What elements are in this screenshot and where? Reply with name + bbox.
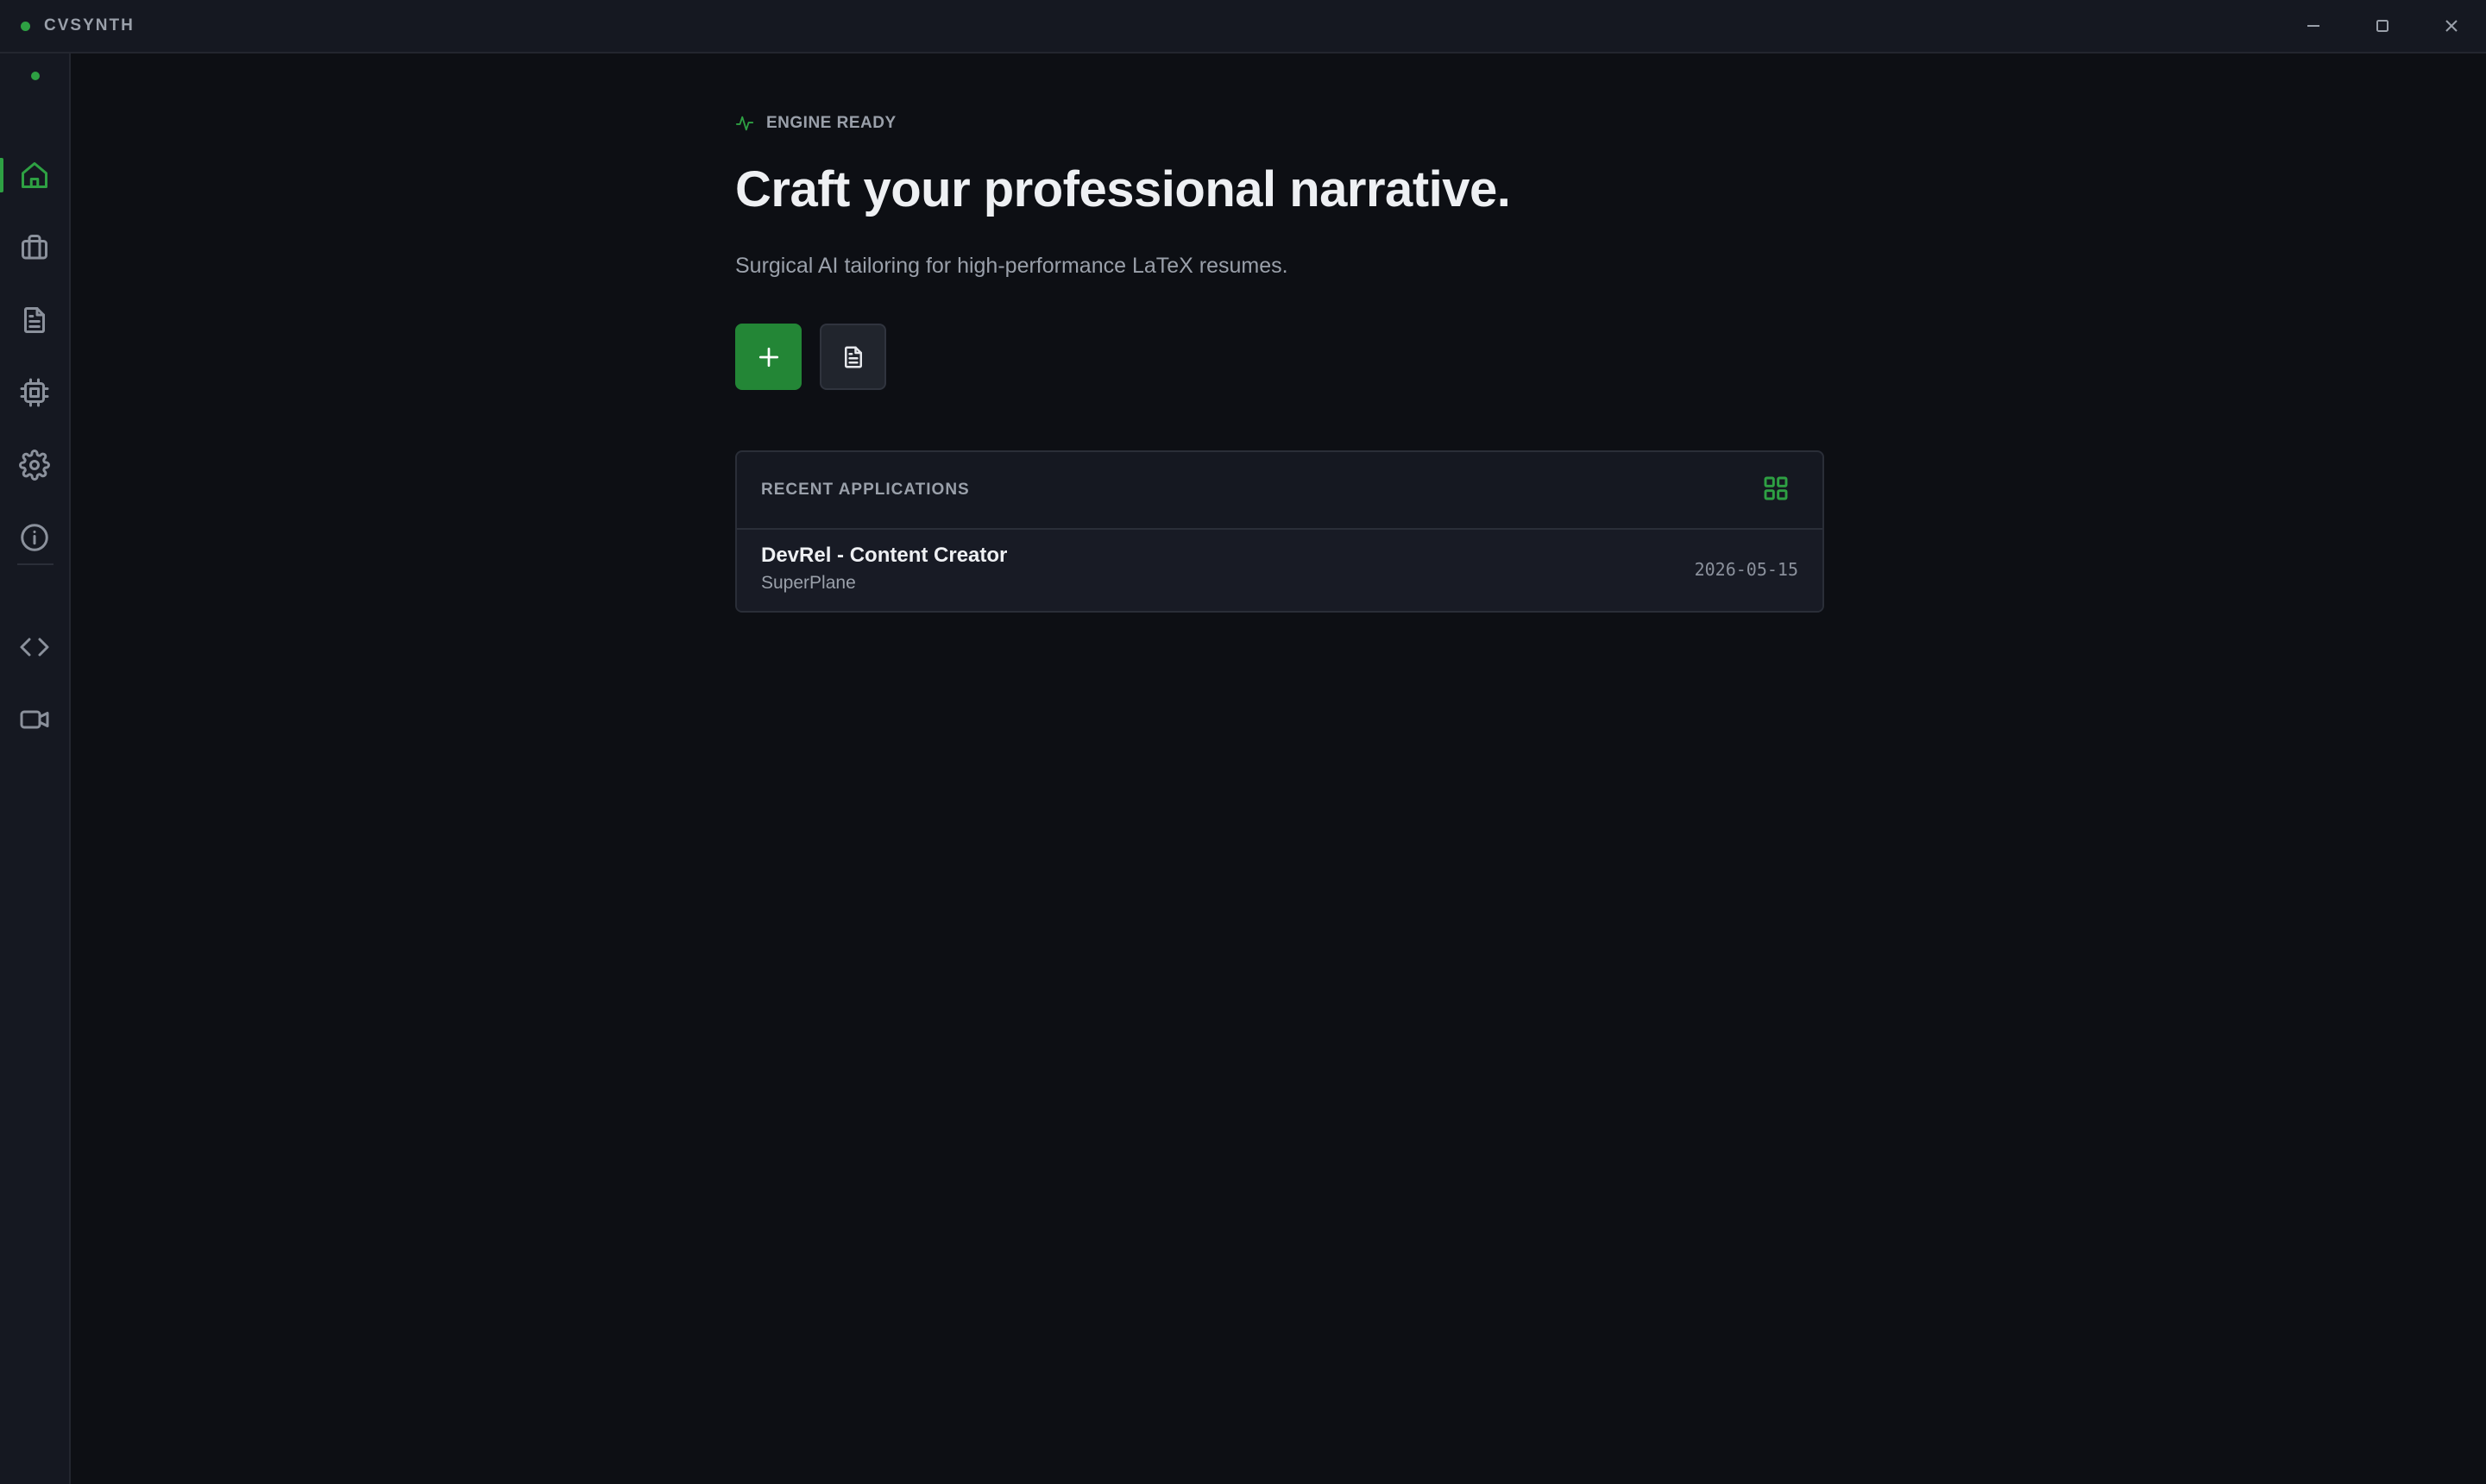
minimize-icon bbox=[2307, 25, 2319, 27]
sidebar-divider bbox=[17, 563, 53, 565]
connection-status-dot bbox=[31, 72, 40, 80]
application-title: DevRel - Content Creator bbox=[761, 544, 1008, 567]
cpu-icon bbox=[20, 378, 49, 407]
application-row[interactable]: DevRel - Content Creator SuperPlane 2026… bbox=[737, 530, 1822, 611]
sidebar-item-documents[interactable] bbox=[0, 292, 69, 348]
sidebar-item-developer[interactable] bbox=[0, 619, 69, 675]
sidebar-item-video[interactable] bbox=[0, 692, 69, 747]
app-title: CVSYNTH bbox=[44, 16, 135, 35]
application-company: SuperPlane bbox=[761, 573, 856, 593]
title-bar: CVSYNTH bbox=[0, 0, 2486, 53]
sidebar-item-engine[interactable] bbox=[0, 365, 69, 420]
page-title: Craft your professional narrative. bbox=[735, 161, 1511, 217]
home-icon bbox=[22, 162, 47, 188]
grid-icon bbox=[1764, 476, 1788, 500]
application-date: 2026-05-15 bbox=[1694, 559, 1798, 580]
page-subtitle: Surgical AI tailoring for high-performan… bbox=[735, 254, 1288, 278]
sidebar bbox=[0, 53, 71, 1484]
window-controls bbox=[2279, 0, 2486, 52]
gear-icon bbox=[19, 450, 50, 481]
briefcase-icon bbox=[22, 235, 47, 260]
plus-icon bbox=[758, 347, 778, 367]
maximize-button[interactable] bbox=[2348, 0, 2417, 52]
app-status-dot bbox=[21, 21, 30, 31]
sidebar-item-jobs[interactable] bbox=[0, 220, 69, 275]
engine-status-label: ENGINE READY bbox=[766, 114, 897, 132]
close-icon bbox=[2445, 20, 2458, 32]
document-icon bbox=[24, 307, 45, 333]
minimize-button[interactable] bbox=[2279, 0, 2348, 52]
sidebar-item-settings[interactable] bbox=[0, 437, 69, 493]
document-icon bbox=[844, 346, 862, 368]
open-resume-button[interactable] bbox=[820, 324, 886, 390]
close-button[interactable] bbox=[2417, 0, 2486, 52]
sidebar-item-about[interactable] bbox=[0, 510, 69, 565]
grid-view-button[interactable] bbox=[1762, 475, 1790, 502]
activity-icon bbox=[735, 116, 754, 131]
code-icon bbox=[20, 638, 49, 657]
panel-title: RECENT APPLICATIONS bbox=[761, 481, 970, 499]
info-icon bbox=[21, 524, 48, 551]
recent-applications-panel: RECENT APPLICATIONS DevRel - Content Cre… bbox=[735, 450, 1824, 613]
new-application-button[interactable] bbox=[735, 324, 802, 390]
engine-status: ENGINE READY bbox=[735, 114, 897, 133]
maximize-icon bbox=[2376, 20, 2388, 32]
video-icon bbox=[20, 710, 49, 729]
panel-header: RECENT APPLICATIONS bbox=[737, 452, 1822, 530]
sidebar-item-home[interactable] bbox=[0, 148, 69, 203]
